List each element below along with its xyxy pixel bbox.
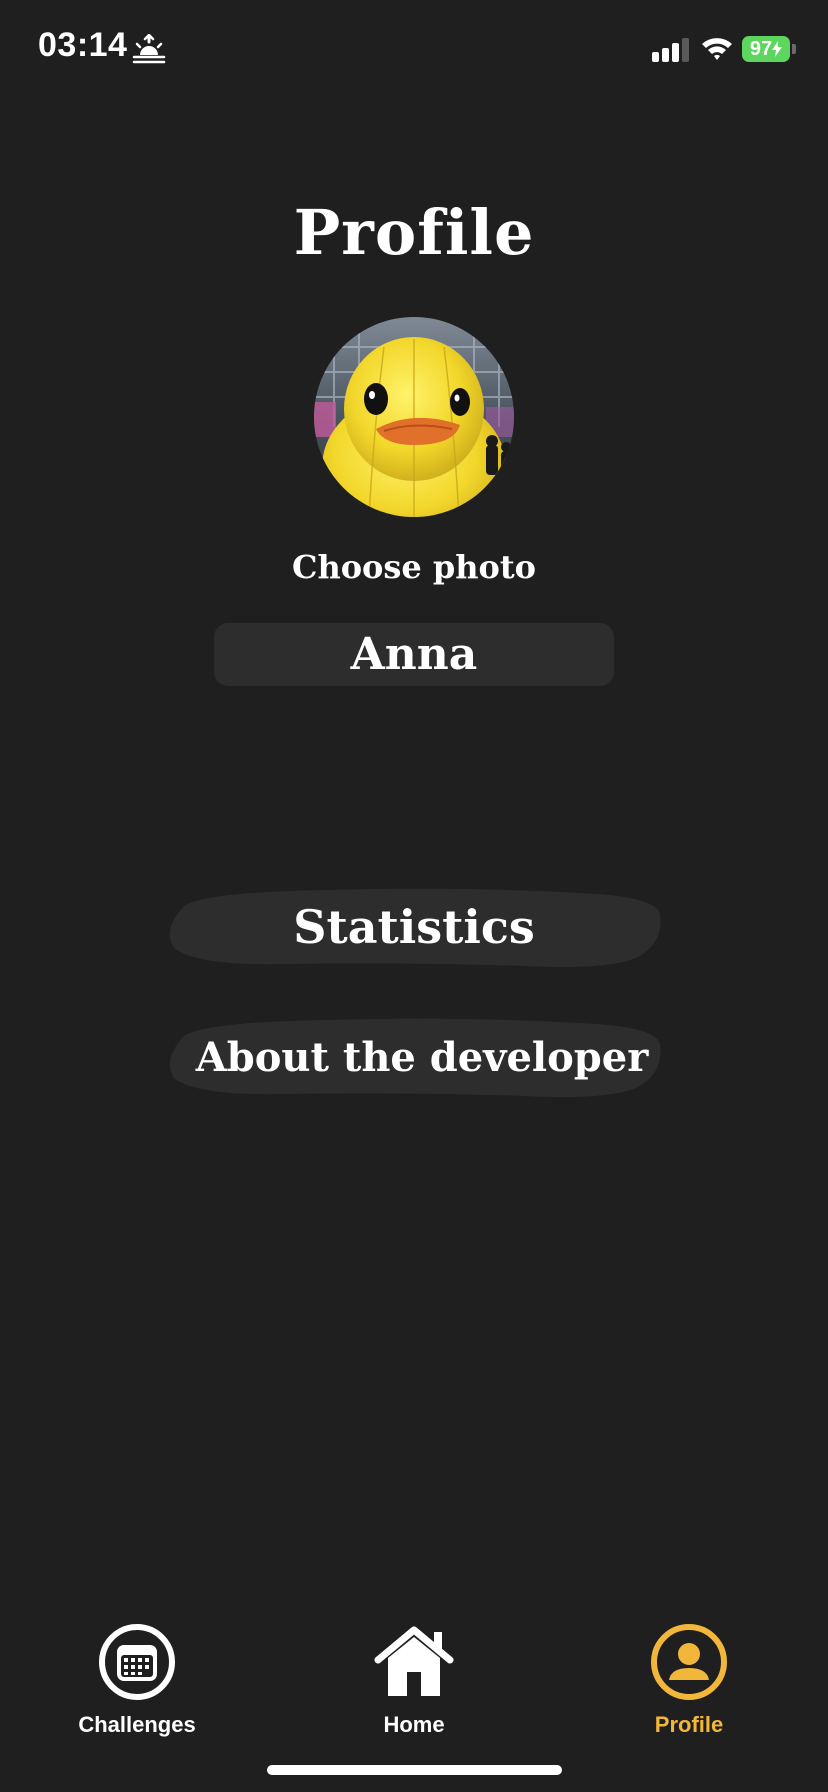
name-field[interactable]: Anna [214,623,614,686]
statistics-button[interactable]: Statistics [166,884,662,970]
person-icon [651,1624,727,1700]
choose-photo-button[interactable]: Choose photo [0,548,828,586]
battery-level: 97 [742,36,790,62]
tab-profile[interactable]: Profile [599,1622,779,1752]
tab-challenges[interactable]: Challenges [47,1622,227,1752]
battery-percent: 97 [749,37,773,60]
tab-challenges-label: Challenges [78,1712,196,1737]
charging-bolt-icon [772,41,783,57]
battery-indicator: 97 [742,36,796,62]
avatar[interactable] [314,317,514,517]
statistics-label: Statistics [293,900,535,954]
tab-home-label: Home [383,1712,445,1737]
tab-home[interactable]: Home [324,1622,504,1752]
battery-cap [792,44,796,54]
status-time: 03:14 [38,26,128,64]
cellular-signal-icon [652,38,689,62]
rubber-duck-photo [314,317,514,517]
home-indicator[interactable] [267,1765,562,1775]
about-developer-button[interactable]: About the developer [166,1014,662,1100]
home-icon [374,1626,454,1696]
about-developer-label: About the developer [195,1033,649,1081]
wifi-icon [702,38,732,60]
profile-screen: 03:14 97 Profile Choose photo Anna Stati… [0,0,828,1792]
sunrise-icon [132,34,166,64]
calendar-icon [99,1624,175,1700]
tab-profile-label: Profile [654,1712,724,1737]
page-title: Profile [293,196,535,269]
